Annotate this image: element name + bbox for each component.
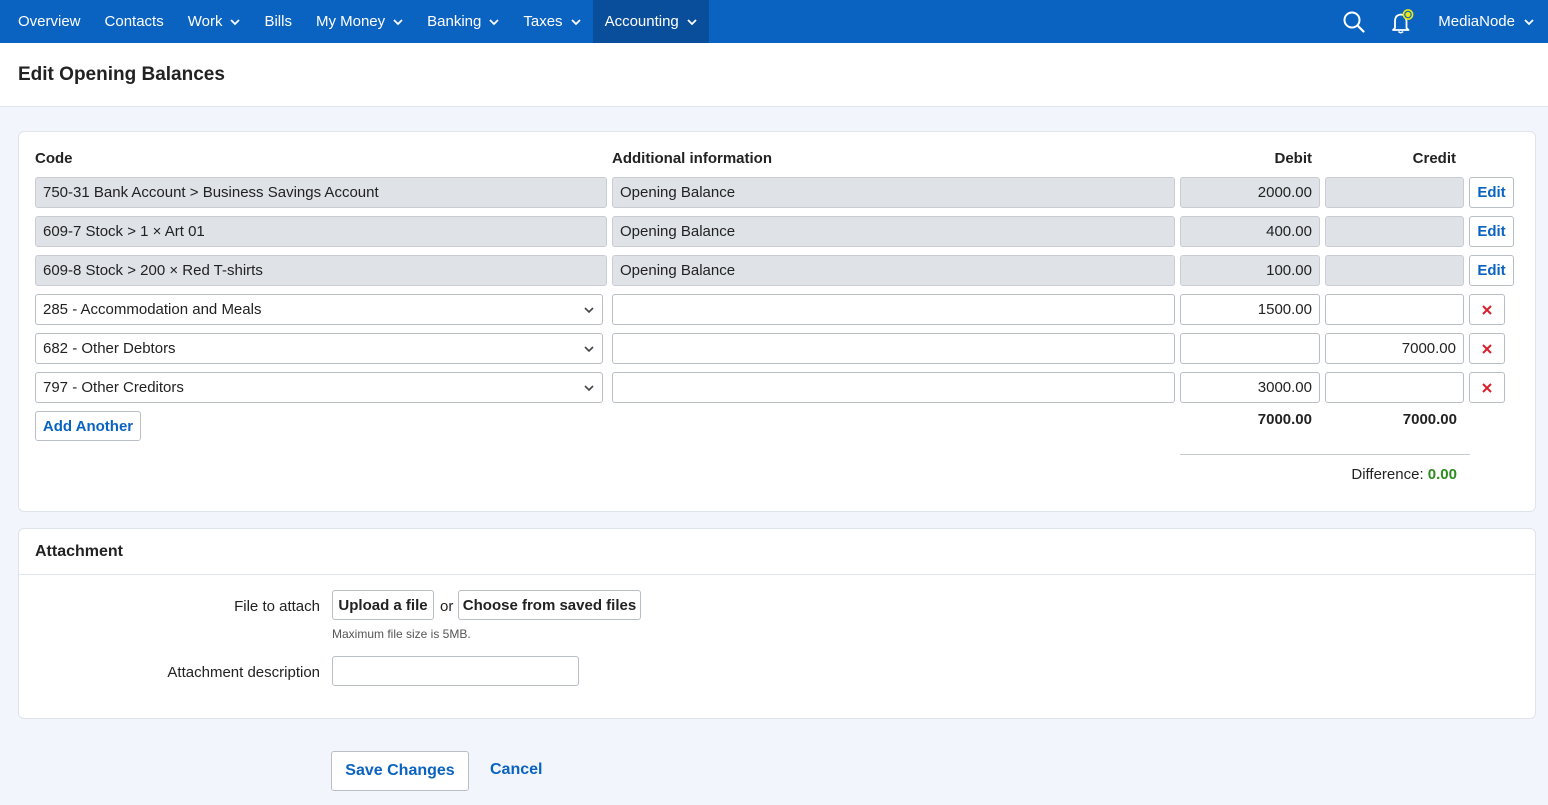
credit-header: Credit (1412, 150, 1456, 167)
totals-divider (1180, 454, 1470, 455)
credit-total: 7000.00 (1402, 411, 1457, 428)
nav-bills[interactable]: Bills (252, 0, 304, 43)
chevron-down-icon (393, 18, 403, 25)
close-icon (1482, 304, 1492, 315)
nav-taxes[interactable]: Taxes (511, 0, 592, 43)
upload-file-button[interactable]: Upload a file (332, 590, 434, 620)
nav-label: Banking (427, 13, 482, 30)
chevron-down-icon (1524, 18, 1534, 25)
debit-field: 400.00 (1180, 216, 1320, 247)
chevron-down-icon (687, 18, 697, 25)
credit-input[interactable] (1325, 294, 1464, 325)
remove-row-button[interactable] (1469, 294, 1505, 325)
nav-work[interactable]: Work (176, 0, 253, 43)
credit-input[interactable] (1325, 372, 1464, 403)
credit-field (1325, 255, 1464, 286)
attachment-description-label: Attachment description (167, 664, 320, 681)
difference-label: Difference: (1351, 466, 1424, 483)
choose-saved-files-button[interactable]: Choose from saved files (458, 590, 641, 620)
code-header: Code (35, 150, 73, 167)
remove-row-button[interactable] (1469, 372, 1505, 403)
file-to-attach-label: File to attach (234, 598, 320, 615)
code-select[interactable]: 797 - Other Creditors (35, 372, 603, 403)
code-field: 609-8 Stock > 200 × Red T-shirts (35, 255, 607, 286)
close-icon (1482, 343, 1492, 354)
nav-label: Taxes (523, 13, 563, 30)
nav-my-money[interactable]: My Money (304, 0, 415, 43)
debit-input[interactable]: 1500.00 (1180, 294, 1320, 325)
user-menu[interactable]: MediaNode (1426, 0, 1548, 43)
nav-overview[interactable]: Overview (0, 0, 93, 43)
difference: Difference: 0.00 (1351, 466, 1457, 483)
edit-button[interactable]: Edit (1469, 216, 1514, 247)
balances-card: Code Additional information Debit Credit… (18, 131, 1536, 512)
nav-label: My Money (315, 13, 386, 30)
cancel-link[interactable]: Cancel (490, 761, 542, 779)
info-header: Additional information (612, 150, 772, 167)
attachment-divider (19, 574, 1535, 575)
chevron-down-icon (489, 18, 500, 25)
info-input[interactable] (612, 294, 1175, 325)
credit-field (1325, 216, 1464, 247)
info-input[interactable] (612, 372, 1175, 403)
debit-total: 7000.00 (1257, 411, 1312, 428)
bell-icon (1392, 8, 1414, 34)
nav-contacts[interactable]: Contacts (93, 0, 176, 43)
credit-input[interactable]: 7000.00 (1325, 333, 1464, 364)
attachment-card: Attachment File to attach Upload a file … (18, 528, 1536, 719)
add-another-button[interactable]: Add Another (35, 411, 141, 441)
page-title: Edit Opening Balances (18, 64, 225, 85)
difference-value: 0.00 (1427, 466, 1457, 483)
debit-input[interactable]: 3000.00 (1180, 372, 1320, 403)
debit-input[interactable] (1180, 333, 1320, 364)
nav-label: Bills (264, 13, 292, 30)
code-select-value: 285 - Accommodation and Meals (43, 301, 262, 318)
chevron-down-icon (584, 306, 594, 313)
search-button[interactable] (1330, 0, 1378, 43)
close-icon (1482, 382, 1492, 393)
or-text: or (440, 598, 454, 615)
user-name: MediaNode (1438, 13, 1515, 30)
info-field: Opening Balance (612, 255, 1175, 286)
code-select-value: 682 - Other Debtors (43, 340, 176, 357)
code-field: 609-7 Stock > 1 × Art 01 (35, 216, 607, 247)
top-nav: Overview Contacts Work Bills My Money Ba… (0, 0, 1548, 43)
nav-accounting[interactable]: Accounting (592, 0, 709, 43)
file-size-hint: Maximum file size is 5MB. (332, 627, 471, 641)
code-field: 750-31 Bank Account > Business Savings A… (35, 177, 607, 208)
credit-field (1325, 177, 1464, 208)
debit-field: 2000.00 (1180, 177, 1320, 208)
edit-button[interactable]: Edit (1469, 177, 1514, 208)
chevron-down-icon (584, 345, 594, 352)
chevron-down-icon (230, 18, 241, 25)
attachment-title: Attachment (35, 543, 124, 560)
nav-label: Contacts (104, 13, 164, 30)
page-header: Edit Opening Balances (0, 43, 1548, 107)
chevron-down-icon (584, 384, 594, 391)
info-field: Opening Balance (612, 177, 1175, 208)
nav-label: Accounting (604, 13, 679, 30)
code-select[interactable]: 285 - Accommodation and Meals (35, 294, 603, 325)
debit-field: 100.00 (1180, 255, 1320, 286)
edit-button[interactable]: Edit (1469, 255, 1514, 286)
notifications-button[interactable] (1378, 0, 1426, 43)
info-input[interactable] (612, 333, 1175, 364)
nav-label: Work (187, 13, 223, 30)
chevron-down-icon (570, 18, 581, 25)
info-field: Opening Balance (612, 216, 1175, 247)
remove-row-button[interactable] (1469, 333, 1505, 364)
attachment-description-input[interactable] (332, 656, 579, 686)
code-select-value: 797 - Other Creditors (43, 379, 184, 396)
save-changes-button[interactable]: Save Changes (331, 751, 469, 791)
nav-label: Overview (18, 13, 81, 30)
nav-banking[interactable]: Banking (415, 0, 511, 43)
code-select[interactable]: 682 - Other Debtors (35, 333, 603, 364)
debit-header: Debit (1274, 150, 1313, 167)
search-icon (1343, 11, 1365, 33)
